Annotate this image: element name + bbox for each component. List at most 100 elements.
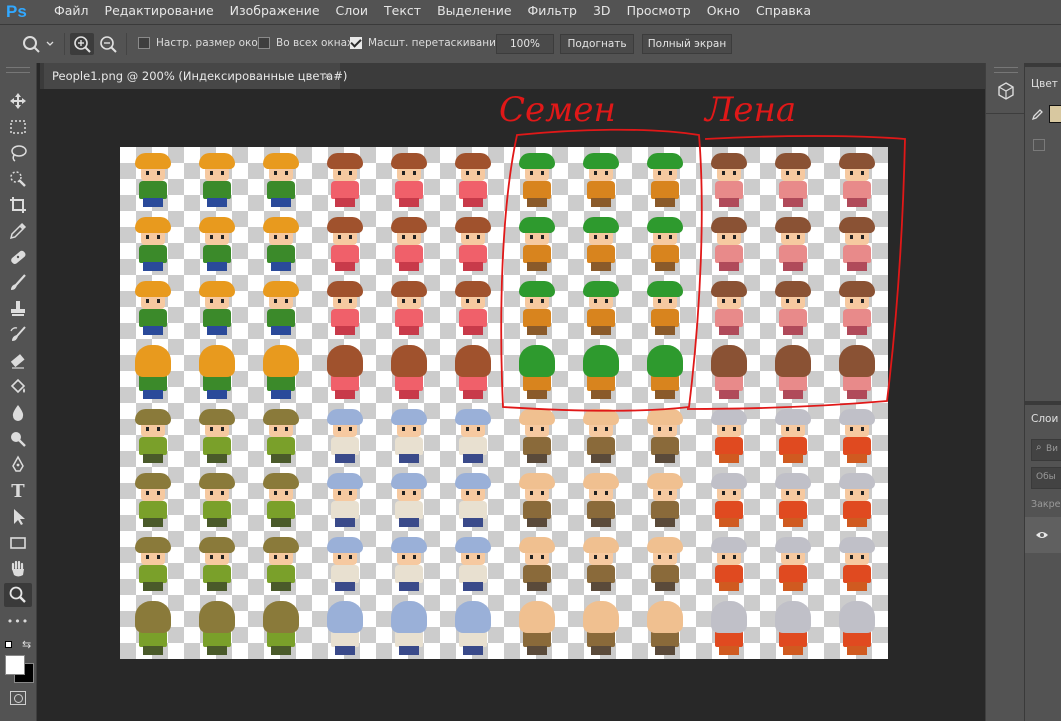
eyedropper-tool[interactable] xyxy=(4,219,32,243)
menu-window[interactable]: Окно xyxy=(699,0,748,24)
sprite-frame xyxy=(128,215,178,273)
tool-preset-picker[interactable] xyxy=(18,33,58,55)
menu-help[interactable]: Справка xyxy=(748,0,819,24)
brush-tool[interactable] xyxy=(4,271,32,295)
tab-layers[interactable]: Слои xyxy=(1031,413,1058,425)
resize-windows-label: Настр. размер окон xyxy=(156,37,265,49)
menu-type[interactable]: Текст xyxy=(376,0,429,24)
sprite-frame xyxy=(576,599,626,657)
sprite-frame xyxy=(704,279,754,337)
panel-grip[interactable] xyxy=(994,67,1018,73)
menu-layers[interactable]: Слои xyxy=(328,0,377,24)
sprite-frame xyxy=(320,343,370,401)
menu-edit[interactable]: Редактирование xyxy=(97,0,222,24)
blur-icon xyxy=(12,405,24,421)
panel-grip[interactable] xyxy=(6,67,30,73)
more-tools[interactable]: ••• xyxy=(4,609,32,633)
tools-panel: T ••• ⇆ xyxy=(0,63,37,721)
hand-tool[interactable] xyxy=(4,557,32,581)
rectangle-tool[interactable] xyxy=(4,531,32,555)
sprite-frame xyxy=(704,343,754,401)
paint-bucket-tool[interactable] xyxy=(4,375,32,399)
close-icon[interactable]: × xyxy=(323,63,332,89)
zoom-100-button[interactable]: 100% xyxy=(496,34,554,54)
lasso-tool[interactable] xyxy=(4,141,32,165)
healing-brush-tool[interactable] xyxy=(4,245,32,269)
blend-mode-select[interactable]: Обы xyxy=(1031,467,1061,489)
sprite-frame xyxy=(512,215,562,273)
sprite-frame xyxy=(640,343,690,401)
sprite-frame xyxy=(576,535,626,593)
menu-filter[interactable]: Фильтр xyxy=(520,0,585,24)
menu-view[interactable]: Просмотр xyxy=(619,0,699,24)
zoom-in-button[interactable] xyxy=(70,33,94,55)
menu-image[interactable]: Изображение xyxy=(222,0,328,24)
sprite-frame xyxy=(512,599,562,657)
path-select-tool[interactable] xyxy=(4,505,32,529)
path-select-icon xyxy=(14,509,25,525)
checkbox-box[interactable] xyxy=(258,37,270,49)
quick-mask-button[interactable] xyxy=(10,691,26,705)
image-canvas[interactable] xyxy=(120,147,888,659)
type-tool[interactable]: T xyxy=(4,479,32,503)
eraser-tool[interactable] xyxy=(4,349,32,373)
sprite-frame xyxy=(832,215,882,273)
swatch-box[interactable] xyxy=(1033,139,1045,151)
move-tool[interactable] xyxy=(4,89,32,113)
marquee-tool[interactable] xyxy=(4,115,32,139)
layer-row[interactable] xyxy=(1025,517,1061,553)
crop-tool[interactable] xyxy=(4,193,32,217)
all-windows-label: Во всех окнах xyxy=(276,37,354,49)
sprite-frame xyxy=(576,471,626,529)
scrubby-zoom-checkbox[interactable]: Масшт. перетаскиванием xyxy=(350,37,510,49)
pen-tool[interactable] xyxy=(4,453,32,477)
sprite-frame xyxy=(384,343,434,401)
photoshop-logo: Ps xyxy=(6,2,27,21)
marquee-icon xyxy=(10,120,26,134)
sprite-frame xyxy=(832,471,882,529)
sprite-frame xyxy=(384,471,434,529)
all-windows-checkbox[interactable]: Во всех окнах xyxy=(258,37,353,49)
sprite-frame xyxy=(448,407,498,465)
menu-select[interactable]: Выделение xyxy=(429,0,519,24)
eye-visibility-icon[interactable] xyxy=(1035,530,1049,540)
checkbox-box[interactable] xyxy=(138,37,150,49)
foreground-color-swatch[interactable] xyxy=(5,655,25,675)
document-tab[interactable]: People1.png @ 200% (Индексированные цвет… xyxy=(44,63,347,89)
sprite-frame xyxy=(768,151,818,209)
3d-panel-button[interactable] xyxy=(996,81,1016,103)
dodge-tool[interactable] xyxy=(4,427,32,451)
default-colors-button[interactable] xyxy=(5,641,13,649)
sprite-frame xyxy=(768,407,818,465)
lock-label: Закре xyxy=(1031,499,1061,510)
full-screen-button[interactable]: Полный экран xyxy=(642,34,732,54)
clone-stamp-tool[interactable] xyxy=(4,297,32,321)
resize-windows-checkbox[interactable]: Настр. размер окон xyxy=(138,37,265,49)
sprite-frame xyxy=(576,279,626,337)
quick-select-icon xyxy=(10,171,26,187)
quick-select-tool[interactable] xyxy=(4,167,32,191)
blur-tool[interactable] xyxy=(4,401,32,425)
history-brush-tool[interactable] xyxy=(4,323,32,347)
menu-file[interactable]: Файл xyxy=(46,0,97,24)
sprite-frame xyxy=(640,151,690,209)
sprite-frame xyxy=(640,599,690,657)
swap-colors-icon[interactable]: ⇆ xyxy=(22,638,31,651)
eyedropper-swatch-button[interactable] xyxy=(1031,107,1045,121)
zoom-out-button[interactable] xyxy=(96,33,120,55)
cube-icon xyxy=(998,82,1014,100)
fit-screen-button[interactable]: Подогнать xyxy=(560,34,634,54)
sprite-frame xyxy=(448,151,498,209)
sprite-frame xyxy=(768,279,818,337)
menu-3d[interactable]: 3D xyxy=(585,0,619,24)
color-swatch[interactable] xyxy=(1049,105,1061,123)
sprite-frame xyxy=(384,279,434,337)
separator xyxy=(126,33,127,55)
canvas-workspace[interactable]: Семен Лена xyxy=(37,89,985,721)
menu-items: Файл Редактирование Изображение Слои Тек… xyxy=(46,0,819,24)
sprite-frame xyxy=(320,215,370,273)
checkbox-box-checked[interactable] xyxy=(350,37,362,49)
tab-color[interactable]: Цвет xyxy=(1031,78,1058,90)
layer-filter-search[interactable]: ⌕ Ви xyxy=(1031,439,1061,461)
zoom-tool[interactable] xyxy=(4,583,32,607)
